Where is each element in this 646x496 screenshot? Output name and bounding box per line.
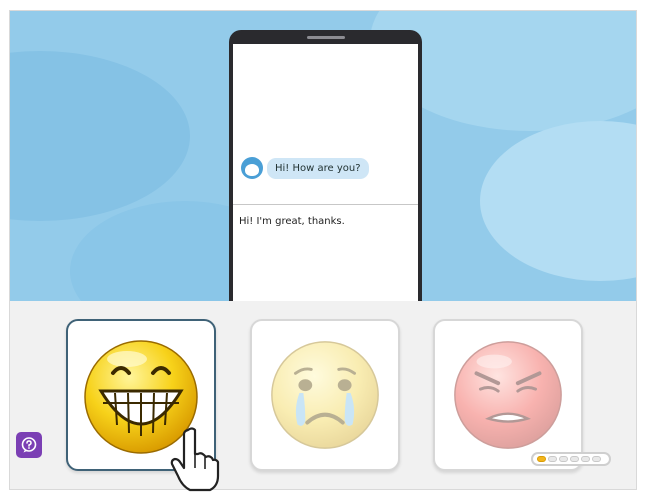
pointing-hand-icon bbox=[170, 427, 220, 492]
choice-card-angry[interactable] bbox=[433, 319, 583, 471]
angry-face-icon bbox=[454, 341, 562, 449]
question-bubble-icon bbox=[21, 437, 37, 453]
phone-speaker bbox=[307, 36, 345, 39]
crying-face-icon bbox=[271, 341, 379, 449]
progress-segment bbox=[592, 456, 601, 462]
progress-segment bbox=[570, 456, 579, 462]
incoming-message-row: Hi! How are you? bbox=[241, 157, 369, 179]
progress-segment bbox=[548, 456, 557, 462]
contact-avatar-icon bbox=[241, 157, 263, 179]
activity-frame: Hi! How are you? Hi! I'm great, thanks. bbox=[9, 10, 637, 490]
progress-segment bbox=[581, 456, 590, 462]
message-divider bbox=[233, 204, 418, 205]
phone-illustration: Hi! How are you? Hi! I'm great, thanks. bbox=[229, 30, 422, 301]
phone-screen: Hi! How are you? Hi! I'm great, thanks. bbox=[233, 44, 418, 301]
incoming-message-bubble: Hi! How are you? bbox=[267, 158, 369, 179]
progress-segment bbox=[559, 456, 568, 462]
choice-card-sad[interactable] bbox=[250, 319, 400, 471]
progress-indicator bbox=[531, 452, 611, 466]
story-scene: Hi! How are you? Hi! I'm great, thanks. bbox=[10, 11, 636, 301]
help-button[interactable] bbox=[16, 432, 42, 458]
progress-segment bbox=[537, 456, 546, 462]
avatar-face bbox=[245, 164, 259, 176]
background-cloud bbox=[10, 51, 190, 221]
reply-message: Hi! I'm great, thanks. bbox=[239, 216, 345, 227]
background-cloud bbox=[480, 121, 636, 281]
